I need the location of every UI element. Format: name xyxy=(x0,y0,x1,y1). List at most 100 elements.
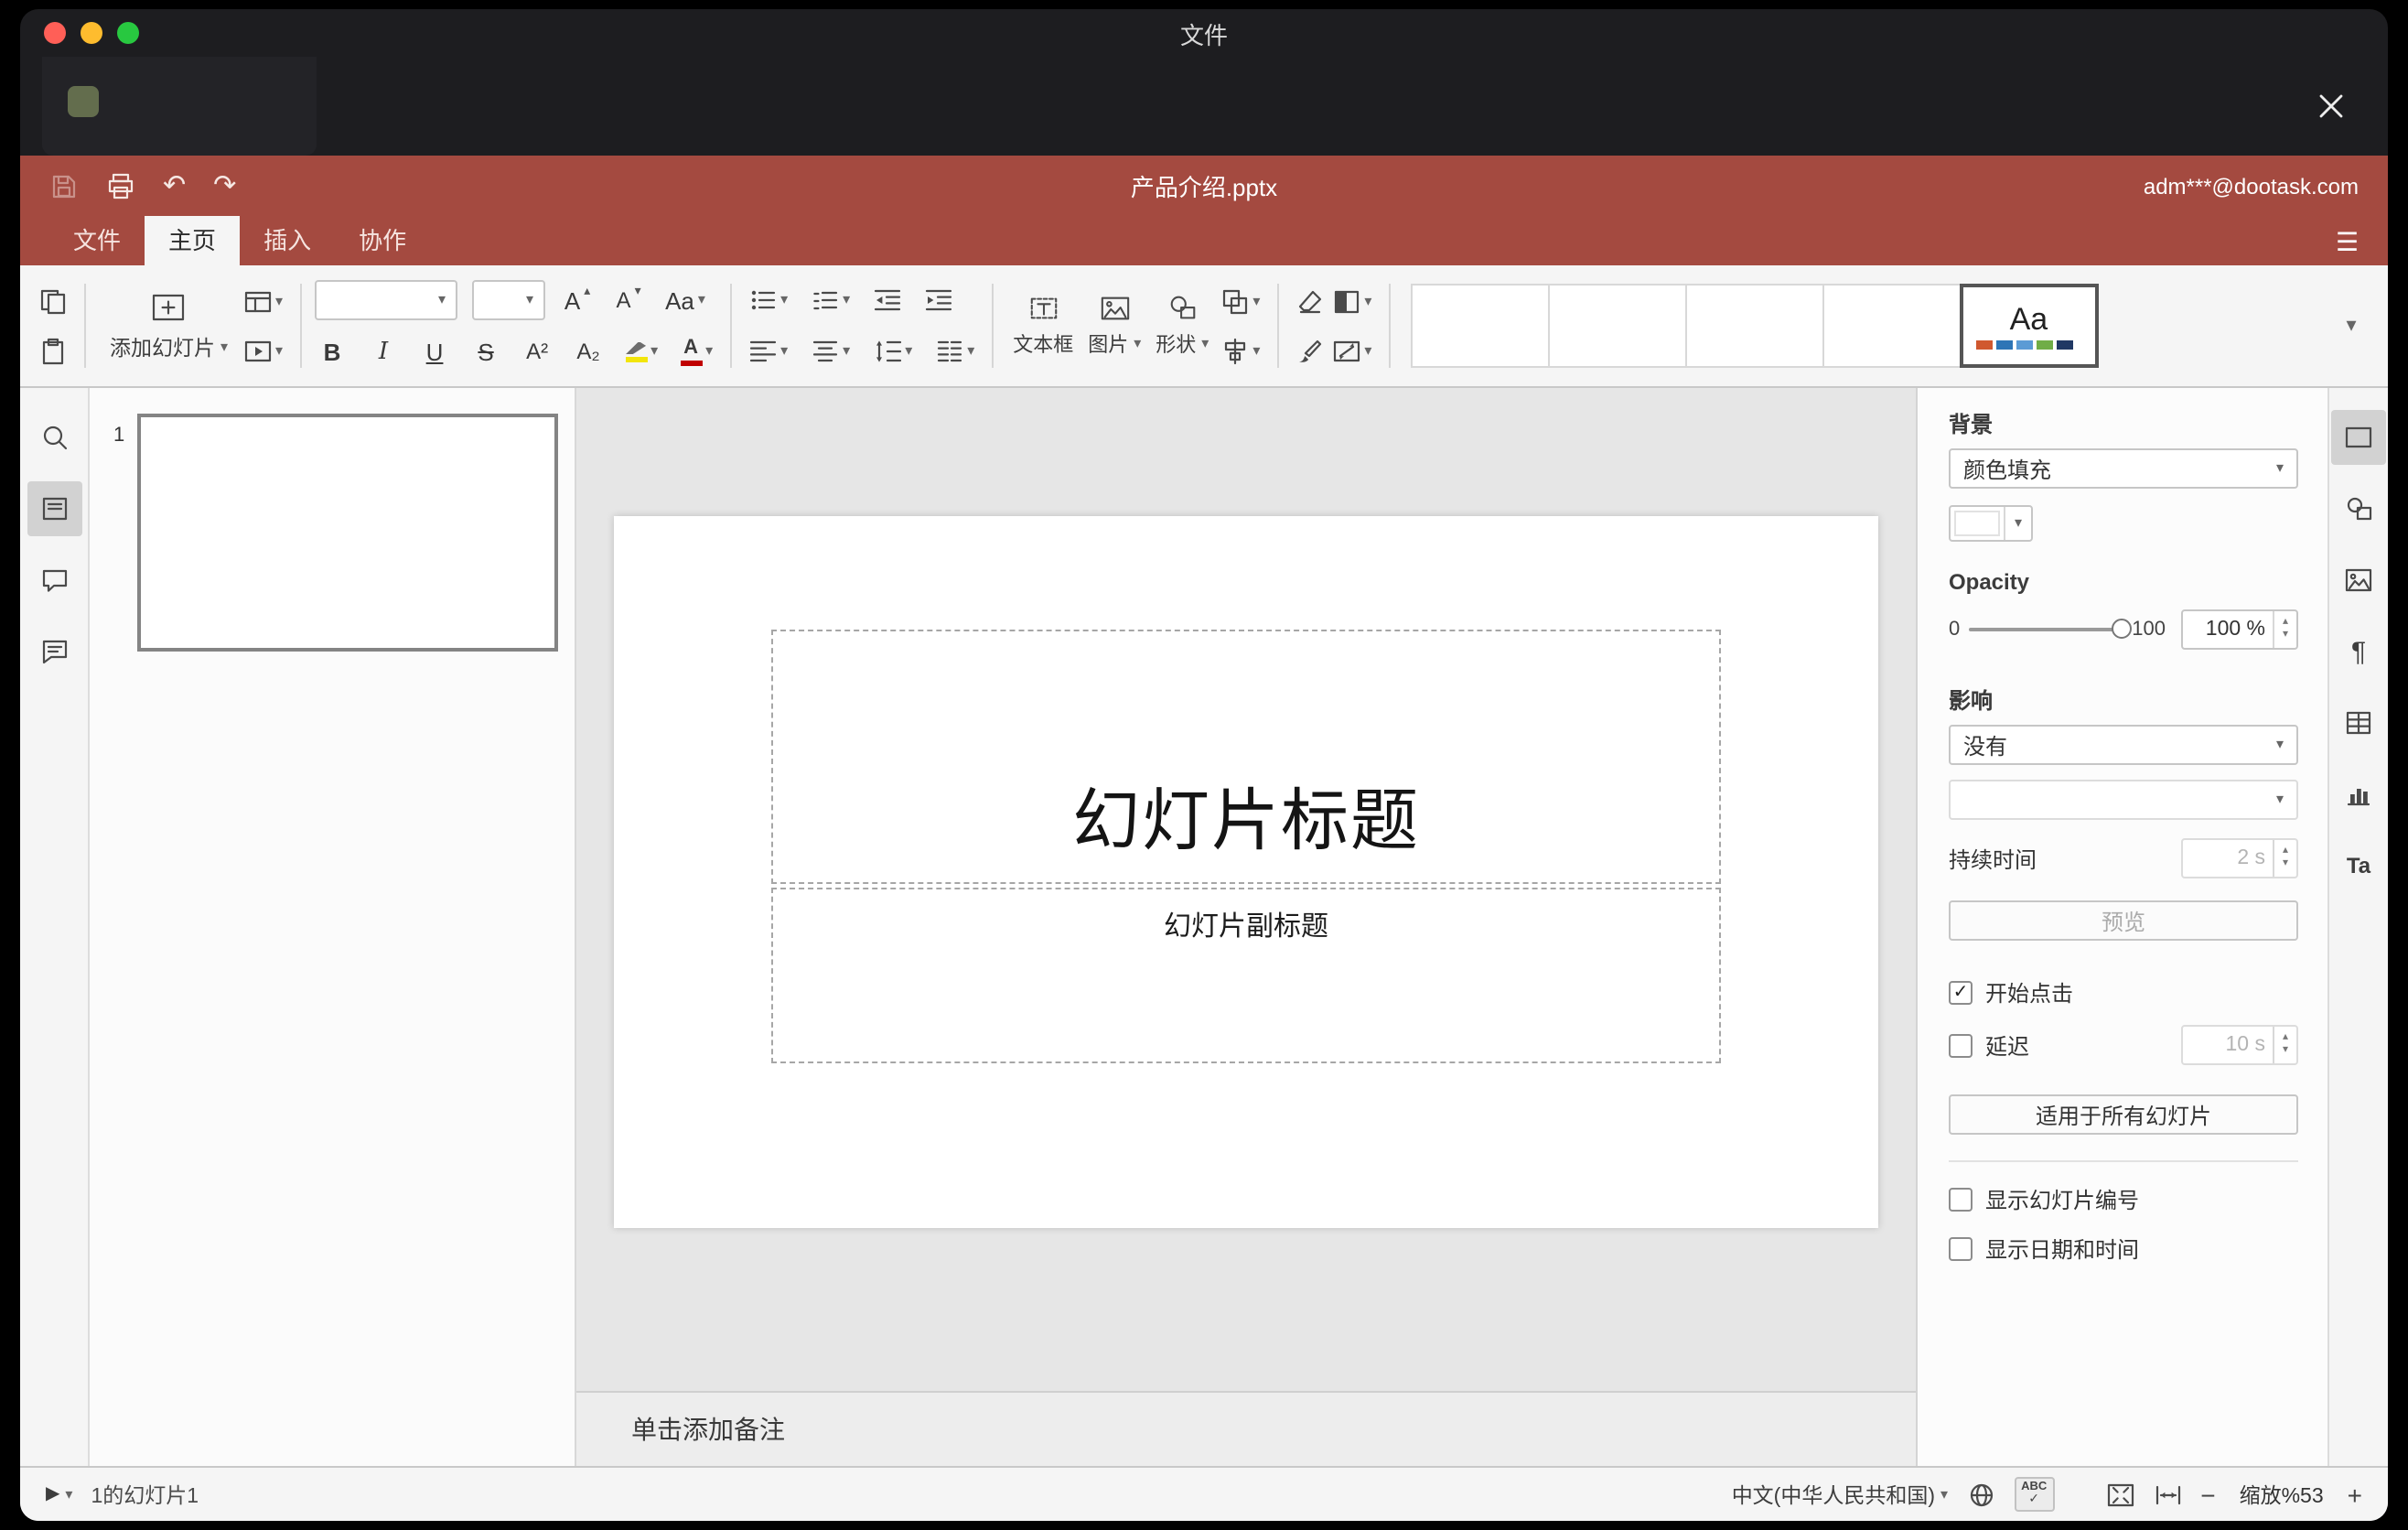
fit-slide-button[interactable] xyxy=(2105,1480,2134,1509)
chat-button[interactable] xyxy=(27,624,81,679)
copy-button[interactable] xyxy=(35,281,71,321)
start-on-click-checkbox[interactable]: ✓ 开始点击 xyxy=(1949,977,2298,1008)
theme-option[interactable] xyxy=(1410,284,1550,368)
checkbox-unchecked[interactable] xyxy=(1949,1188,1973,1212)
start-slideshow-status-button[interactable]: ▶ ▾ xyxy=(46,1484,72,1504)
title-placeholder[interactable]: 幻灯片标题 xyxy=(771,630,1721,884)
line-spacing-button[interactable]: ▾ xyxy=(868,331,916,372)
theme-option[interactable] xyxy=(1547,284,1687,368)
slides-thumbnails-button[interactable] xyxy=(27,481,81,536)
subscript-button[interactable]: A₂ xyxy=(570,331,607,372)
save-button[interactable] xyxy=(49,171,79,200)
print-button[interactable] xyxy=(106,171,135,200)
insert-textbox-button[interactable]: 文本框 xyxy=(1005,275,1080,377)
fullscreen-traffic-light[interactable] xyxy=(117,22,139,44)
numbering-button[interactable]: ▾ xyxy=(806,280,854,320)
delay-spinner[interactable]: 10 s ▴ ▾ xyxy=(2181,1025,2298,1065)
redo-icon[interactable]: ↷ xyxy=(213,172,236,199)
menu-icon[interactable]: ☰ xyxy=(2336,228,2359,253)
effect-type-select[interactable]: ▾ xyxy=(1949,780,2298,820)
show-slide-number-checkbox[interactable]: 显示幻灯片编号 xyxy=(1949,1184,2298,1215)
tab-insert[interactable]: 插入 xyxy=(240,216,335,265)
preview-button[interactable]: 预览 xyxy=(1949,900,2298,941)
arrange-shape-button[interactable]: ▾ xyxy=(1216,281,1263,321)
copy-style-button[interactable] xyxy=(1291,330,1328,371)
theme-option[interactable] xyxy=(1822,284,1962,368)
tab-collaboration[interactable]: 协作 xyxy=(335,216,430,265)
spin-down-icon[interactable]: ▾ xyxy=(2283,630,2288,642)
table-settings-button[interactable] xyxy=(2331,695,2386,750)
minimize-traffic-light[interactable] xyxy=(81,22,102,44)
effect-select[interactable]: 没有 ▾ xyxy=(1949,725,2298,765)
spin-down-icon[interactable]: ▾ xyxy=(2283,1045,2288,1058)
zoom-label[interactable]: 缩放%53 xyxy=(2234,1480,2329,1509)
tab-file[interactable]: 文件 xyxy=(49,216,145,265)
document-language-icon[interactable] xyxy=(1966,1480,1995,1509)
slide[interactable]: 幻灯片标题 幻灯片副标题 xyxy=(614,516,1878,1228)
background-fill-select[interactable]: 颜色填充 ▾ xyxy=(1949,448,2298,489)
spin-up-icon[interactable]: ▴ xyxy=(2283,846,2288,858)
align-shape-button[interactable]: ▾ xyxy=(1216,330,1263,371)
duration-spinner[interactable]: 2 s ▴ ▾ xyxy=(2181,838,2298,878)
subtitle-placeholder[interactable]: 幻灯片副标题 xyxy=(771,888,1721,1063)
add-slide-button[interactable]: 添加幻灯片 ▾ xyxy=(99,275,239,377)
checkbox-checked[interactable]: ✓ xyxy=(1949,981,1973,1005)
checkbox-unchecked[interactable] xyxy=(1949,1237,1973,1261)
bold-button[interactable]: B xyxy=(314,331,350,372)
notes-area[interactable]: 单击添加备注 xyxy=(576,1391,1916,1466)
highlight-color-button[interactable]: ▾ xyxy=(621,331,661,372)
tab-home[interactable]: 主页 xyxy=(145,216,241,265)
slide-layout-button[interactable]: ▾ xyxy=(239,281,286,321)
horizontal-align-button[interactable]: ▾ xyxy=(744,331,791,372)
change-case-button[interactable]: Aa ▾ xyxy=(661,280,709,320)
zoom-out-button[interactable]: − xyxy=(2200,1482,2215,1507)
checkbox-unchecked[interactable] xyxy=(1949,1033,1973,1057)
delay-checkbox[interactable]: 延迟 xyxy=(1949,1029,2181,1061)
paragraph-settings-button[interactable]: ¶ xyxy=(2331,624,2386,679)
start-slideshow-button[interactable]: ▾ xyxy=(239,330,286,371)
chart-settings-button[interactable] xyxy=(2331,767,2386,822)
image-settings-button[interactable] xyxy=(2331,553,2386,608)
search-icon[interactable] xyxy=(27,410,81,465)
insert-image-button[interactable]: 图片 ▾ xyxy=(1080,275,1148,377)
fit-width-button[interactable] xyxy=(2153,1480,2182,1509)
vertical-align-button[interactable]: ▾ xyxy=(806,331,854,372)
opacity-spinner[interactable]: 100 % ▴ ▾ xyxy=(2181,609,2298,650)
font-color-button[interactable]: A ▾ xyxy=(676,331,716,372)
spellcheck-toggle[interactable]: ABC ✓ xyxy=(2014,1476,2055,1513)
italic-button[interactable]: I xyxy=(365,331,402,372)
columns-button[interactable]: ▾ xyxy=(930,331,978,372)
paste-button[interactable] xyxy=(35,330,71,371)
textart-settings-button[interactable]: Ta xyxy=(2331,838,2386,893)
theme-gallery-expand-button[interactable]: ▾ xyxy=(2329,284,2373,368)
decrease-font-button[interactable]: A ▾ xyxy=(610,280,647,320)
slide-thumbnail[interactable] xyxy=(137,414,558,652)
insert-shape-button[interactable]: 形状 ▾ xyxy=(1148,275,1216,377)
close-traffic-light[interactable] xyxy=(44,22,66,44)
opacity-slider[interactable] xyxy=(1969,619,2133,639)
color-scheme-button[interactable]: ▾ xyxy=(1328,281,1375,321)
font-size-combobox[interactable]: ▾ xyxy=(471,280,545,320)
theme-option[interactable] xyxy=(1684,284,1824,368)
zoom-in-button[interactable]: + xyxy=(2348,1482,2362,1507)
spin-up-icon[interactable]: ▴ xyxy=(2283,617,2288,630)
slide-settings-button[interactable] xyxy=(2331,410,2386,465)
superscript-button[interactable]: A² xyxy=(519,331,555,372)
font-name-combobox[interactable]: ▾ xyxy=(314,280,457,320)
language-selector[interactable]: 中文(中华人民共和国) ▾ xyxy=(1732,1480,1948,1509)
shape-settings-button[interactable] xyxy=(2331,481,2386,536)
spin-down-icon[interactable]: ▾ xyxy=(2283,858,2288,871)
background-color-picker[interactable]: ▾ xyxy=(1949,505,2033,542)
decrease-indent-button[interactable] xyxy=(868,280,905,320)
theme-option-current[interactable]: Aa xyxy=(1959,284,2099,368)
slider-knob[interactable] xyxy=(2112,619,2133,639)
undo-icon[interactable]: ↶ xyxy=(163,172,186,199)
close-icon[interactable] xyxy=(2307,82,2355,130)
increase-font-button[interactable]: A ▴ xyxy=(559,280,596,320)
spin-up-icon[interactable]: ▴ xyxy=(2283,1032,2288,1045)
clear-style-button[interactable] xyxy=(1291,281,1328,321)
underline-button[interactable]: U xyxy=(416,331,453,372)
strikethrough-button[interactable]: S xyxy=(468,331,504,372)
show-date-time-checkbox[interactable]: 显示日期和时间 xyxy=(1949,1234,2298,1265)
comments-button[interactable] xyxy=(27,553,81,608)
